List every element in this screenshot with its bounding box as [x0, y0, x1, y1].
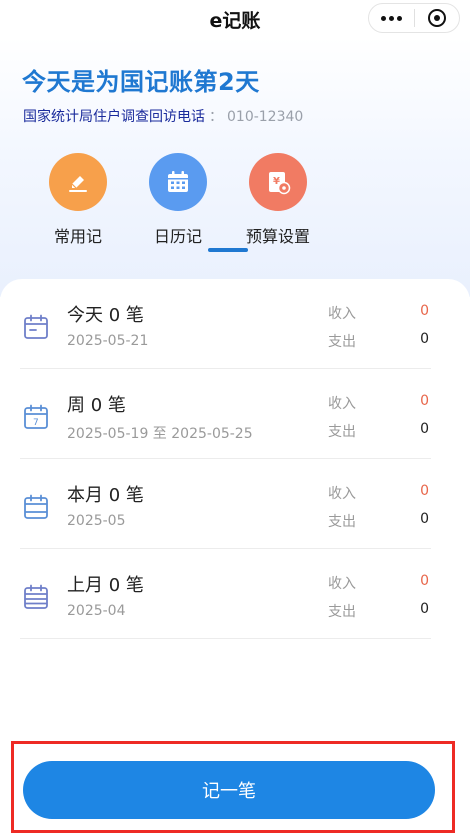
income-label: 收入 — [328, 576, 356, 592]
miniprogram-capsule — [368, 3, 460, 33]
income-value: 0 — [420, 573, 429, 589]
more-dots-icon — [380, 15, 402, 21]
expense-value: 0 — [420, 331, 429, 347]
more-button[interactable] — [369, 4, 414, 32]
expense-label: 支出 — [328, 604, 356, 620]
calendar-week-icon: 7 — [24, 404, 48, 429]
row-title: 周 0 笔 — [67, 395, 126, 416]
calendar-last-month-icon — [24, 584, 48, 609]
row-title: 上月 0 笔 — [67, 575, 144, 596]
row-title: 本月 0 笔 — [67, 485, 144, 506]
row-title: 今天 0 笔 — [67, 305, 144, 326]
mode-calendar-record[interactable]: 日历记 — [128, 153, 228, 247]
target-close-icon — [427, 9, 446, 27]
row-date: 2025-04 — [67, 603, 126, 619]
mode-label: 日历记 — [153, 227, 202, 246]
top-nav-bar: e记账 — [0, 0, 470, 37]
mode-label: 常用记 — [53, 227, 102, 246]
hotline-colon: ： — [209, 109, 223, 125]
income-label: 收入 — [328, 486, 356, 502]
mode-icon-circle — [149, 153, 207, 211]
income-value: 0 — [420, 303, 429, 319]
hotline-label: 国家统计局住户调查回访电话 — [23, 109, 205, 125]
expense-label: 支出 — [328, 334, 356, 350]
expense-value: 0 — [420, 421, 429, 437]
pen-icon — [69, 176, 87, 192]
svg-text:7: 7 — [33, 418, 39, 428]
calendar-month-icon — [24, 494, 48, 519]
summary-row-month[interactable]: 本月 0 笔 2025-05 收入 0 支出 0 — [20, 459, 431, 549]
add-record-button[interactable]: 记一笔 — [23, 761, 435, 819]
income-label: 收入 — [328, 396, 356, 412]
calendar-icon — [168, 171, 188, 192]
expense-value: 0 — [420, 601, 429, 617]
mode-icon-circle — [49, 153, 107, 211]
row-date: 2025-05-19 至 2025-05-25 — [67, 426, 253, 442]
expense-value: 0 — [420, 511, 429, 527]
row-date: 2025-05 — [67, 513, 126, 529]
income-value: 0 — [420, 483, 429, 499]
budget-icon: ¥ — [269, 172, 291, 195]
expense-label: 支出 — [328, 424, 356, 440]
headline-days-counter: 今天是为国记账第2天 — [22, 68, 260, 96]
summary-row-week[interactable]: 7 周 0 笔 2025-05-19 至 2025-05-25 收入 0 支出 … — [20, 369, 431, 459]
active-tab-indicator — [208, 248, 248, 252]
close-miniprogram-button[interactable] — [415, 4, 460, 32]
summary-row-last-month[interactable]: 上月 0 笔 2025-04 收入 0 支出 0 — [20, 549, 431, 639]
income-label: 收入 — [328, 306, 356, 322]
mode-label: 预算设置 — [245, 227, 310, 246]
mode-common-record[interactable]: 常用记 — [28, 153, 128, 247]
hotline-info: 国家统计局住户调查回访电话： 010-12340 — [23, 106, 303, 126]
calendar-day-icon — [24, 314, 48, 339]
hotline-number[interactable]: 010-12340 — [227, 109, 303, 125]
summary-row-today[interactable]: 今天 0 笔 2025-05-21 收入 0 支出 0 — [20, 279, 431, 369]
mode-icon-circle: ¥ — [249, 153, 307, 211]
mode-budget-settings[interactable]: ¥ 预算设置 — [228, 153, 328, 247]
income-value: 0 — [420, 393, 429, 409]
expense-label: 支出 — [328, 514, 356, 530]
row-date: 2025-05-21 — [67, 333, 149, 349]
